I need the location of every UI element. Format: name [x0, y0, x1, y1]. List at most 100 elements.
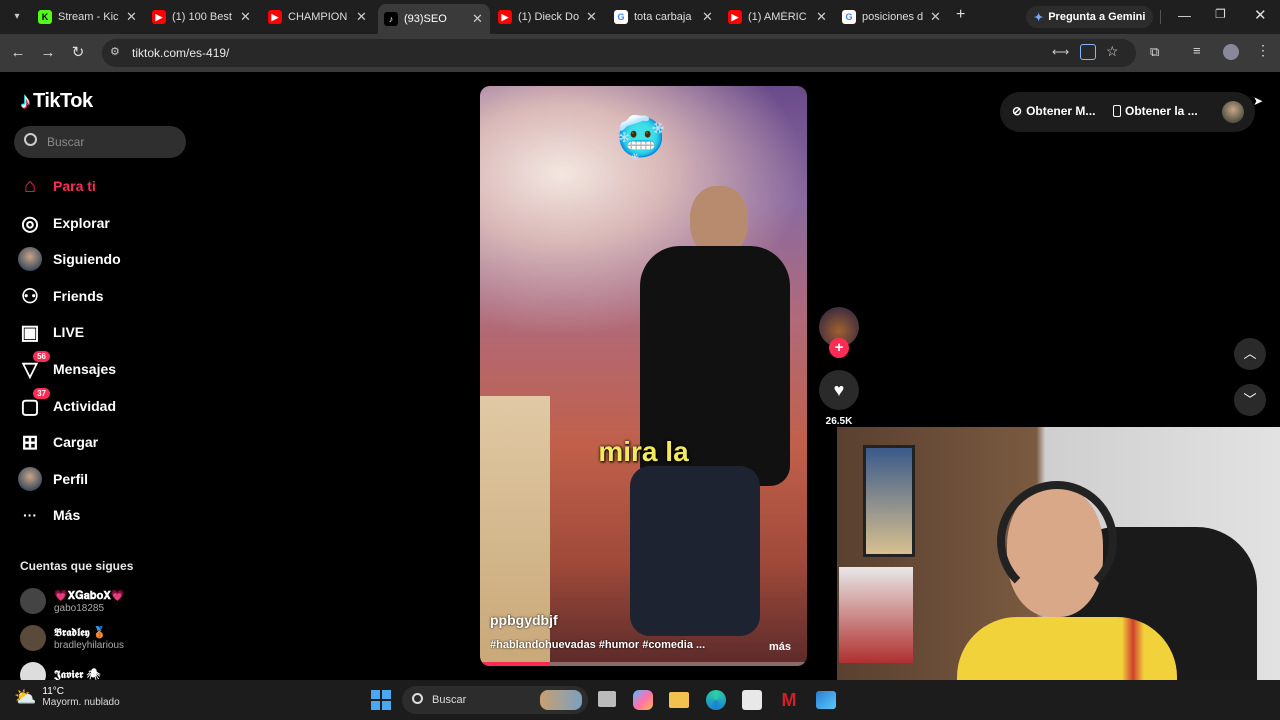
reload-button[interactable]: ↻: [68, 43, 88, 63]
browser-menu-icon[interactable]: ⋮: [1256, 42, 1270, 59]
tab-close-icon[interactable]: ✕: [472, 11, 483, 27]
account-name: 💗𝐗𝐆𝐚𝐛𝐨𝐗💗: [54, 589, 125, 602]
user-avatar[interactable]: [1222, 101, 1244, 123]
tab-close-icon[interactable]: ✕: [702, 9, 713, 25]
follow-plus-button[interactable]: +: [829, 338, 849, 358]
tab-favicon-icon: ▶: [152, 10, 166, 24]
previous-video-button[interactable]: ︿: [1234, 338, 1266, 370]
tab-search-icon[interactable]: ▾: [8, 8, 26, 26]
search-box[interactable]: Buscar: [14, 126, 186, 158]
close-window-button[interactable]: ✕: [1254, 6, 1267, 24]
windows-taskbar: ⛅ 11°C Mayorm. nublado Buscar M: [0, 680, 1280, 720]
heart-icon: ♥: [833, 380, 845, 400]
sidebar-item-explorar[interactable]: ◎ Explorar: [18, 208, 110, 238]
taskbar-search[interactable]: Buscar: [402, 686, 588, 714]
sidebar-item-label: Siguiendo: [53, 251, 121, 267]
task-view-icon[interactable]: [598, 691, 616, 707]
get-app-button[interactable]: Obtener la ...: [1113, 104, 1198, 118]
browser-tab[interactable]: ▶ (1) 100 Best ✕: [146, 4, 258, 30]
browser-tab[interactable]: ▶ CHAMPION ✕: [262, 4, 374, 30]
tab-close-icon[interactable]: ✕: [356, 9, 367, 25]
like-count: 26.5K: [825, 416, 853, 427]
account-handle: bradleyhilarious: [54, 639, 125, 651]
media-controls-icon[interactable]: ≡: [1193, 43, 1201, 58]
translate-icon[interactable]: ⟷: [1052, 45, 1069, 59]
browser-tab[interactable]: Gposiciones d ✕: [836, 4, 948, 30]
browser-tab[interactable]: K Stream - Kic ✕: [32, 4, 144, 30]
sidebar-item-para-ti[interactable]: ⌂ Para ti: [18, 171, 96, 201]
browser-tab[interactable]: ▶ (1) Dieck Do ✕: [492, 4, 604, 30]
tiktok-note-icon: ♪: [20, 88, 31, 113]
tab-close-icon[interactable]: ✕: [930, 9, 941, 25]
mcafee-icon[interactable]: M: [779, 690, 799, 710]
url-bar[interactable]: ⚙ tiktok.com/es-419/ ⟷ ☆: [102, 39, 1136, 67]
tab-favicon-icon: ▶: [498, 10, 512, 24]
video-player[interactable]: 🥶 mira la ppbgydbjf #hablandohuevadas #h…: [480, 86, 807, 666]
sidebar-item-label: Mensajes: [53, 361, 117, 377]
bookmark-star-icon[interactable]: ☆: [1106, 43, 1119, 60]
chevron-down-icon: ﹀: [1243, 392, 1257, 407]
back-button[interactable]: ←: [8, 43, 28, 63]
video-more-link[interactable]: más: [769, 641, 791, 653]
get-coins-label: Obtener M...: [1026, 104, 1096, 118]
browser-tab[interactable]: ♪ (93)SEO ✕: [378, 4, 490, 34]
chevron-up-icon: ︿: [1243, 346, 1257, 361]
browser-tab[interactable]: Gtota carbaja ✕: [608, 4, 720, 30]
sidebar-item-label: Explorar: [53, 215, 110, 231]
sidebar-item-friends[interactable]: ⚇ Friends: [18, 281, 104, 311]
weather-temp: 11°C: [42, 686, 65, 697]
sidebar-item-label: Para ti: [53, 178, 96, 194]
following-account[interactable]: 𝕭𝖗𝖆𝖉𝖑𝖊𝖞 🥉 bradleyhilarious: [20, 625, 124, 651]
sidebar-item-cargar[interactable]: ⊞ Cargar: [18, 427, 99, 457]
sidebar-item-perfil[interactable]: Perfil: [18, 464, 88, 494]
extensions-icon[interactable]: ⧉: [1150, 44, 1159, 60]
following-account[interactable]: 💗𝐗𝐆𝐚𝐛𝐨𝐗💗 gabo18285: [20, 588, 125, 614]
get-coins-button[interactable]: ⊘ Obtener M...: [1012, 104, 1095, 118]
tab-close-icon[interactable]: ✕: [240, 9, 251, 25]
taskbar-search-label: Buscar: [432, 694, 467, 706]
account-handle: gabo18285: [54, 602, 105, 614]
copilot-icon[interactable]: [633, 690, 653, 710]
browser-tab[interactable]: ▶ (1) AMÉRIC ✕: [722, 4, 834, 30]
cast-icon[interactable]: [1080, 44, 1096, 60]
sidebar-item-live[interactable]: ▣ LIVE: [18, 317, 85, 347]
mail-icon[interactable]: [816, 691, 836, 709]
minimize-button[interactable]: —: [1178, 8, 1191, 23]
edge-icon[interactable]: [706, 690, 726, 710]
phone-icon: [1113, 105, 1121, 117]
gemini-icon: ✦: [1034, 11, 1044, 24]
weather-widget[interactable]: ⛅ 11°C Mayorm. nublado: [14, 686, 120, 708]
mouse-cursor-icon: ➤: [1253, 94, 1264, 108]
tab-close-icon[interactable]: ✕: [816, 9, 827, 25]
following-avatar-icon: [18, 247, 42, 271]
sidebar-item-label: Actividad: [53, 398, 117, 414]
store-icon[interactable]: [742, 690, 762, 710]
sidebar-item-actividad[interactable]: ▢ 37 Actividad: [18, 388, 117, 421]
new-tab-button[interactable]: +: [956, 6, 965, 24]
sidebar-item-mensajes[interactable]: ▽ 56 Mensajes: [18, 351, 117, 384]
tiktok-logo[interactable]: ♪ TikTok: [20, 88, 93, 114]
tab-favicon-icon: ▶: [728, 10, 742, 24]
gemini-button[interactable]: ✦ Pregunta a Gemini: [1026, 6, 1154, 28]
tab-close-icon[interactable]: ✕: [586, 9, 597, 25]
video-author[interactable]: ppbgydbjf: [490, 612, 558, 628]
search-input[interactable]: Buscar: [47, 135, 84, 149]
next-video-button[interactable]: ﹀: [1234, 384, 1266, 416]
notification-badge: 56: [33, 351, 50, 362]
video-comedian-figure: [600, 186, 790, 646]
tab-title: Stream - Kic: [58, 11, 119, 23]
forward-button[interactable]: →: [38, 43, 58, 63]
like-button[interactable]: ♥: [819, 370, 859, 410]
file-explorer-icon[interactable]: [669, 692, 689, 708]
maximize-button[interactable]: ❐: [1215, 7, 1226, 21]
account-avatar: [20, 625, 46, 651]
start-button[interactable]: [371, 690, 391, 710]
tab-close-icon[interactable]: ✕: [126, 9, 137, 25]
taskbar-search-icon: [412, 693, 423, 704]
site-info-icon[interactable]: ⚙: [110, 45, 120, 58]
sidebar-item-siguiendo[interactable]: Siguiendo: [18, 244, 121, 274]
sidebar-item-más[interactable]: ··· Más: [18, 500, 80, 530]
profile-avatar-icon[interactable]: [1223, 44, 1239, 60]
tab-title: (1) Dieck Do: [518, 11, 580, 23]
video-description: #hablandohuevadas #humor #comedia ...: [490, 639, 706, 651]
